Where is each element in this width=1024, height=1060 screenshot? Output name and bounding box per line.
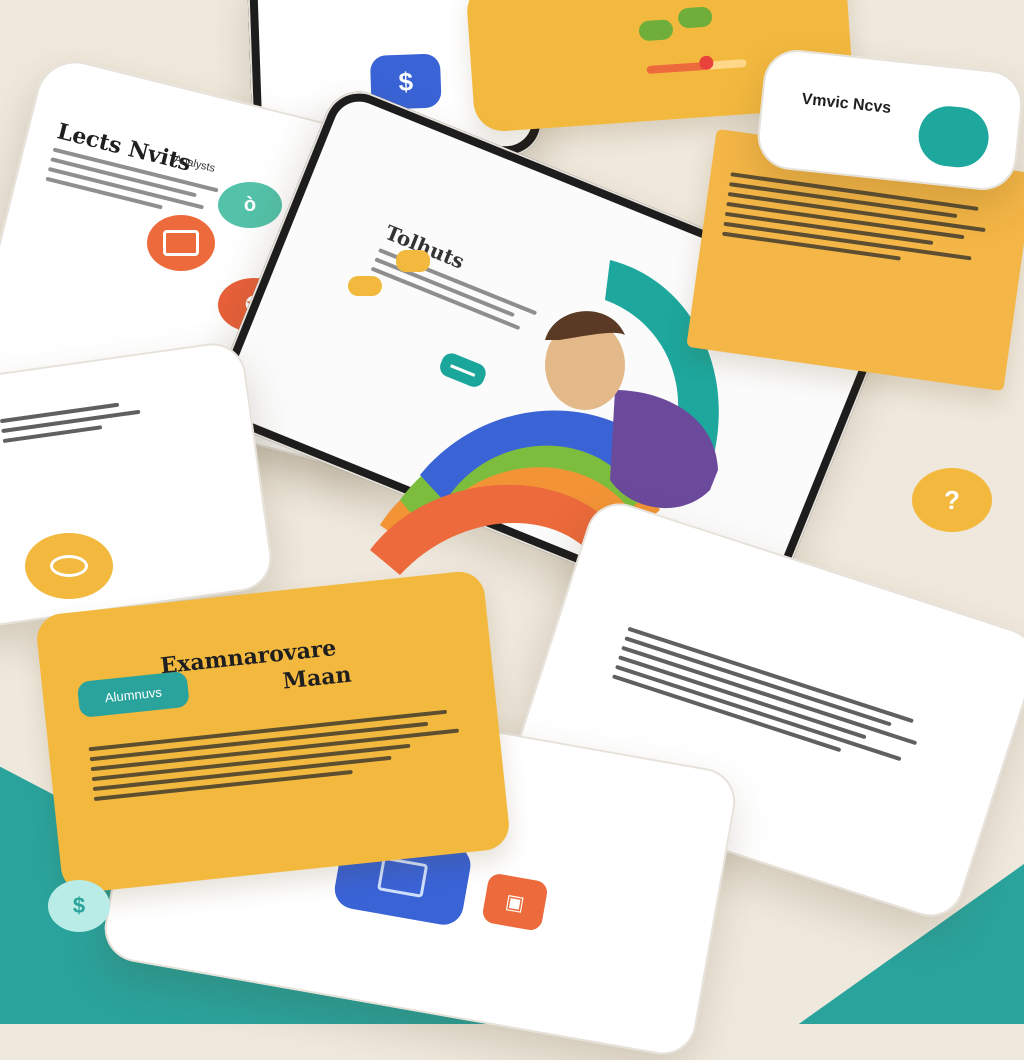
bottom-left-card-text bbox=[88, 702, 473, 807]
progress-fill bbox=[646, 61, 707, 74]
orange-circle-card[interactable] bbox=[147, 215, 215, 271]
left-mid-text bbox=[0, 388, 182, 449]
right-teal-shape bbox=[915, 103, 992, 171]
orange-action-card[interactable]: ▣ bbox=[481, 872, 549, 932]
badge-bottom-left: Alumnuvs bbox=[104, 683, 163, 705]
chart-icon bbox=[377, 856, 429, 898]
card-icon bbox=[163, 230, 199, 256]
bottom-left-yellow-card: Alumnuvs Examnarovare Maan bbox=[34, 569, 512, 895]
yellow-circle-question[interactable]: ? bbox=[912, 468, 992, 532]
teal-circle-small[interactable]: ò bbox=[218, 182, 282, 228]
eye-icon bbox=[50, 555, 88, 577]
toggle-chip-2[interactable] bbox=[677, 6, 713, 29]
toggle-chip-1[interactable] bbox=[638, 19, 674, 42]
dollar-icon: $ bbox=[397, 65, 414, 97]
progress-track bbox=[646, 59, 747, 74]
question-icon: ? bbox=[944, 484, 960, 515]
yellow-circle-eye[interactable] bbox=[25, 533, 113, 599]
bag-icon: ▣ bbox=[503, 890, 527, 916]
chat-icon: ò bbox=[243, 193, 257, 216]
dollar-icon: $ bbox=[72, 893, 86, 918]
title-bottom-left-2: Maan bbox=[281, 661, 353, 695]
bottom-teal-circle[interactable]: $ bbox=[48, 880, 110, 932]
heading-right-card: Vmvic Ncvs bbox=[800, 90, 892, 118]
